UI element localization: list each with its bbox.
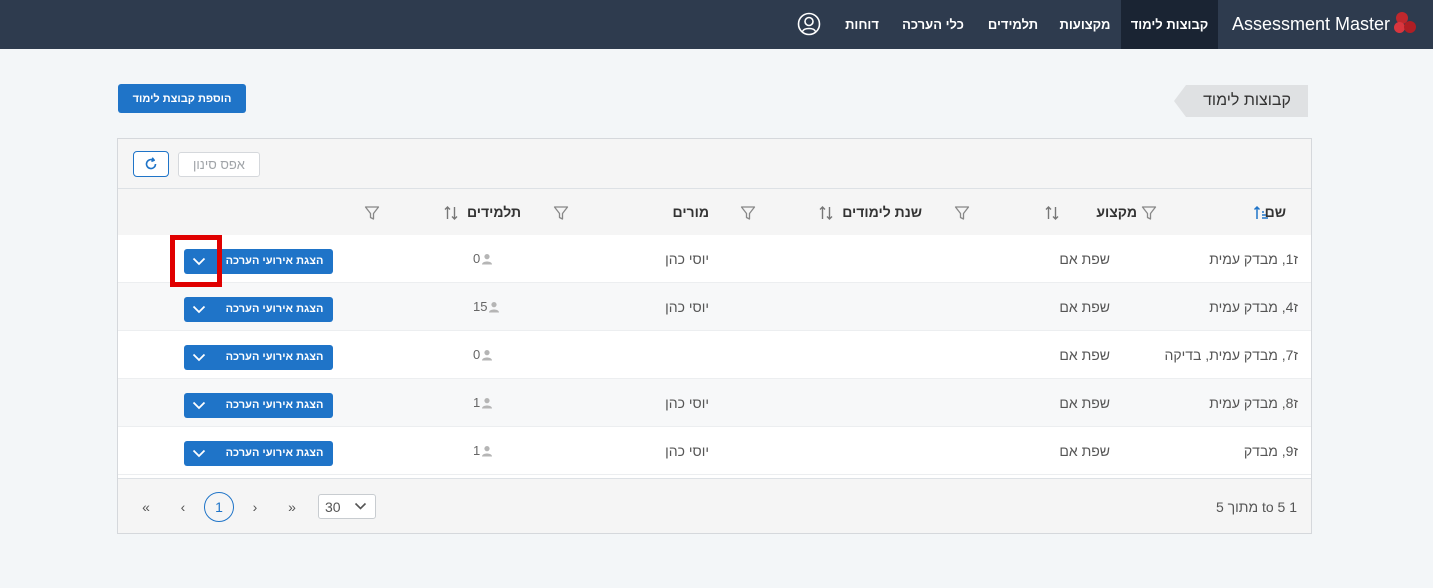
students-count: 0 [473, 235, 493, 282]
show-assessment-events-label: הצגת אירועי הערכה [225, 303, 324, 315]
sort-icon[interactable] [443, 204, 459, 222]
table-row[interactable]: ז9, מבדק שפת אם יוסי כהן 1 הצגת אירועי ה… [118, 427, 1311, 475]
group-teachers: יוסי כהן [665, 250, 709, 267]
chevron-down-icon[interactable] [184, 345, 214, 370]
filter-icon[interactable] [1141, 205, 1157, 221]
group-name: ז8, מבדק עמית [1209, 394, 1298, 411]
user-icon [482, 445, 493, 456]
column-header-teachers[interactable]: מורים [673, 189, 709, 235]
group-name: ז4, מבדק עמית [1209, 298, 1298, 315]
study-groups-grid: אפס סינון שם מקצוע שנת לימודים מורים תלמ… [117, 138, 1312, 534]
students-count: 0 [473, 331, 493, 378]
students-count-value: 0 [473, 347, 481, 362]
sort-ascending-icon[interactable] [1253, 204, 1269, 222]
group-teachers: יוסי כהן [665, 442, 709, 459]
show-assessment-events-button[interactable]: הצגת אירועי הערכה [184, 297, 333, 322]
user-icon [482, 349, 493, 360]
nav-item-students[interactable]: תלמידים [978, 0, 1048, 49]
students-count-value: 15 [473, 299, 488, 314]
students-count: 1 [473, 379, 493, 426]
column-header-subject[interactable]: מקצוע [1096, 189, 1137, 235]
students-count-value: 0 [473, 251, 481, 266]
previous-page-button[interactable]: ‹ [174, 493, 192, 521]
table-row[interactable]: ז7, מבדק עמית, בדיקה שפת אם 0 הצגת אירוע… [118, 331, 1311, 379]
page-size-select[interactable]: 30 [318, 494, 376, 519]
nav-item-subjects[interactable]: מקצועות [1050, 0, 1120, 49]
sort-icon[interactable] [818, 204, 834, 222]
group-subject: שפת אם [1059, 346, 1110, 363]
show-assessment-events-button[interactable]: הצגת אירועי הערכה [184, 345, 333, 370]
top-navbar: Assessment Master קבוצות לימוד מקצועות ת… [0, 0, 1433, 49]
chevron-down-icon[interactable] [184, 297, 214, 322]
chevron-down-icon[interactable] [184, 393, 214, 418]
students-count-value: 1 [473, 395, 481, 410]
column-header-school-year[interactable]: שנת לימודים [842, 189, 922, 235]
table-row[interactable]: ז1, מבדק עמית שפת אם יוסי כהן 0 הצגת איר… [118, 235, 1311, 283]
group-subject: שפת אם [1059, 442, 1110, 459]
brand[interactable]: Assessment Master [1232, 12, 1418, 36]
brand-logo-icon [1394, 12, 1418, 36]
nav-item-reports[interactable]: דוחות [836, 0, 888, 49]
show-assessment-events-button[interactable]: הצגת אירועי הערכה [184, 393, 333, 418]
show-assessment-events-label: הצגת אירועי הערכה [225, 351, 324, 363]
first-page-button[interactable]: « [136, 493, 156, 521]
page-size-value: 30 [325, 498, 341, 515]
grid-header-row: שם מקצוע שנת לימודים מורים תלמידים [118, 189, 1311, 235]
add-study-group-button[interactable]: הוספת קבוצת לימוד [118, 84, 246, 113]
user-icon [489, 301, 500, 312]
user-circle-icon[interactable] [797, 12, 821, 36]
group-name: ז7, מבדק עמית, בדיקה [1164, 346, 1298, 363]
reset-filter-button[interactable]: אפס סינון [178, 152, 260, 177]
next-page-button[interactable]: › [246, 493, 264, 521]
group-teachers: יוסי כהן [665, 394, 709, 411]
students-count: 15 [473, 283, 500, 330]
pagination-range: 1 to 5 מתוך 5 [1215, 499, 1297, 515]
refresh-icon [145, 157, 157, 170]
chevron-down-icon [354, 502, 367, 510]
user-icon [482, 397, 493, 408]
column-header-students[interactable]: תלמידים [467, 189, 521, 235]
chevron-down-icon[interactable] [184, 441, 214, 466]
app-title: Assessment Master [1232, 13, 1391, 34]
show-assessment-events-label: הצגת אירועי הערכה [225, 447, 324, 459]
grid-toolbar: אפס סינון [118, 139, 1311, 189]
page-title: קבוצות לימוד [1174, 85, 1308, 117]
students-count-value: 1 [473, 443, 481, 458]
group-teachers: יוסי כהן [665, 298, 709, 315]
refresh-button[interactable] [133, 151, 169, 177]
group-name: ז1, מבדק עמית [1209, 250, 1298, 267]
show-assessment-events-button[interactable]: הצגת אירועי הערכה [184, 441, 333, 466]
filter-icon[interactable] [364, 205, 380, 221]
nav-item-study-groups[interactable]: קבוצות לימוד [1121, 0, 1218, 49]
sort-icon[interactable] [1044, 204, 1060, 222]
group-name: ז9, מבדק [1243, 442, 1298, 459]
show-assessment-events-label: הצגת אירועי הערכה [225, 399, 324, 411]
group-subject: שפת אם [1059, 250, 1110, 267]
group-subject: שפת אם [1059, 298, 1110, 315]
nav-item-assessment-tools[interactable]: כלי הערכה [893, 0, 973, 49]
pagination-bar: « ‹ 1 › » 30 1 to 5 מתוך 5 [118, 478, 1311, 533]
highlight-box [170, 235, 222, 287]
last-page-button[interactable]: » [282, 493, 302, 521]
students-count: 1 [473, 427, 493, 474]
filter-icon[interactable] [740, 205, 756, 221]
filter-icon[interactable] [553, 205, 569, 221]
user-icon [482, 253, 493, 264]
current-page-button[interactable]: 1 [204, 492, 234, 522]
filter-icon[interactable] [954, 205, 970, 221]
table-row[interactable]: ז8, מבדק עמית שפת אם יוסי כהן 1 הצגת איר… [118, 379, 1311, 427]
group-subject: שפת אם [1059, 394, 1110, 411]
show-assessment-events-label: הצגת אירועי הערכה [225, 255, 324, 267]
table-row[interactable]: ז4, מבדק עמית שפת אם יוסי כהן 15 הצגת אי… [118, 283, 1311, 331]
